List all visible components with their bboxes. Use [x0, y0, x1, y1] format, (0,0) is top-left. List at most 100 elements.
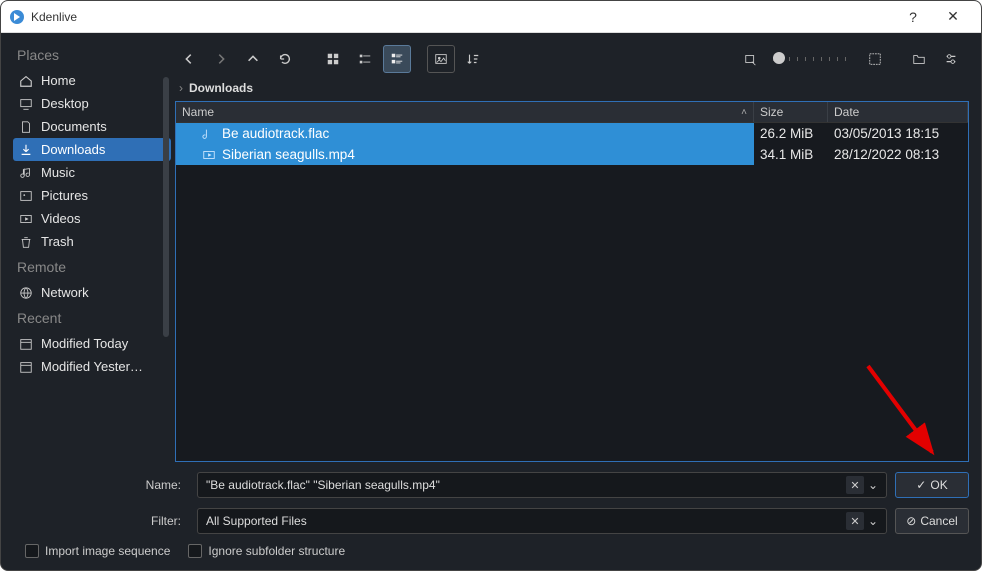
sidebar-item-label: Documents [41, 119, 107, 134]
desktop-icon [19, 97, 33, 111]
cancel-icon: ⊘ [906, 514, 916, 528]
sidebar-item-documents[interactable]: Documents [13, 115, 171, 138]
sidebar-scrollbar[interactable] [163, 77, 169, 337]
file-date: 03/05/2013 18:15 [828, 123, 968, 144]
file-row[interactable]: Be audiotrack.flac 26.2 MiB03/05/2013 18:… [176, 123, 968, 144]
chevron-right-icon: › [179, 81, 183, 95]
sidebar-item-label: Pictures [41, 188, 88, 203]
sidebar-item-network[interactable]: Network [13, 281, 171, 304]
name-input[interactable] [206, 478, 846, 492]
breadcrumb[interactable]: › Downloads [171, 77, 969, 101]
download-icon [19, 143, 33, 157]
sidebar-item-label: Network [41, 285, 89, 300]
settings-button[interactable] [937, 45, 965, 73]
file-dialog-window: Kdenlive ? ✕ Places Home Desktop Documents D… [0, 0, 982, 571]
picture-icon [19, 189, 33, 203]
places-sidebar: Places Home Desktop Documents Downloads Music… [1, 33, 171, 470]
sidebar-item-home[interactable]: Home [13, 69, 171, 92]
trash-icon [19, 235, 33, 249]
clear-filter-icon[interactable]: ✕ [846, 512, 864, 530]
column-header-name[interactable]: Name ˄ [176, 102, 754, 122]
file-row[interactable]: Siberian seagulls.mp4 34.1 MiB28/12/2022 … [176, 144, 968, 165]
sidebar-section-header: Remote [13, 253, 171, 281]
music-icon [19, 166, 33, 180]
sidebar-item-label: Music [41, 165, 75, 180]
details-view-button[interactable] [383, 45, 411, 73]
main-pane: › Downloads Name ˄ Size Date Be audiotra… [171, 33, 981, 470]
sort-ascending-icon: ˄ [741, 107, 747, 118]
import-image-sequence-checkbox[interactable]: Import image sequence [25, 544, 170, 558]
back-button[interactable] [175, 45, 203, 73]
column-header-date[interactable]: Date [828, 102, 968, 122]
checkbox-icon [188, 544, 202, 558]
sort-button[interactable] [459, 45, 487, 73]
home-icon [19, 74, 33, 88]
calendar-icon [19, 337, 33, 351]
form-area: Name: ✕ ⌄ ✓ OK Filter: ✕ ⌄ ⊘ Cancel [1, 470, 981, 570]
toolbar [171, 41, 969, 77]
sidebar-item-label: Desktop [41, 96, 89, 111]
sidebar-item-pictures[interactable]: Pictures [13, 184, 171, 207]
sidebar-item-desktop[interactable]: Desktop [13, 92, 171, 115]
file-name: Be audiotrack.flac [222, 126, 329, 141]
filter-input[interactable] [206, 514, 846, 528]
video-icon [19, 212, 33, 226]
file-rows: Be audiotrack.flac 26.2 MiB03/05/2013 18:… [176, 123, 968, 461]
check-icon: ✓ [916, 478, 926, 492]
calendar-icon [19, 360, 33, 374]
clear-name-icon[interactable]: ✕ [846, 476, 864, 494]
filter-combo[interactable]: ✕ ⌄ [197, 508, 887, 534]
titlebar: Kdenlive ? ✕ [1, 1, 981, 33]
file-list-pane: Name ˄ Size Date Be audiotrack.flac 26.2 … [175, 101, 969, 462]
reload-button[interactable] [271, 45, 299, 73]
video-file-icon [202, 148, 216, 162]
sidebar-item-label: Videos [41, 211, 81, 226]
sidebar-item-downloads[interactable]: Downloads [13, 138, 171, 161]
column-headers: Name ˄ Size Date [176, 102, 968, 123]
ok-button[interactable]: ✓ OK [895, 472, 969, 498]
sidebar-section-header: Recent [13, 304, 171, 332]
app-logo-icon [9, 9, 25, 25]
sidebar-item-label: Home [41, 73, 76, 88]
window-title: Kdenlive [31, 10, 893, 24]
file-size: 26.2 MiB [754, 123, 828, 144]
sidebar-item-label: Modified Today [41, 336, 128, 351]
dialog-body: Places Home Desktop Documents Downloads Music… [1, 33, 981, 470]
file-name: Siberian seagulls.mp4 [222, 147, 355, 162]
compact-view-button[interactable] [351, 45, 379, 73]
help-button[interactable]: ? [893, 1, 933, 33]
zoom-slider[interactable] [773, 57, 853, 61]
name-combo[interactable]: ✕ ⌄ [197, 472, 887, 498]
ignore-subfolder-checkbox[interactable]: Ignore subfolder structure [188, 544, 345, 558]
filter-label: Filter: [13, 514, 189, 528]
file-date: 28/12/2022 08:13 [828, 144, 968, 165]
new-folder-button[interactable] [905, 45, 933, 73]
breadcrumb-segment[interactable]: Downloads [189, 81, 253, 95]
document-icon [19, 120, 33, 134]
sidebar-item-label: Trash [41, 234, 74, 249]
sidebar-item-modified-yester-[interactable]: Modified Yester… [13, 355, 171, 378]
cancel-button[interactable]: ⊘ Cancel [895, 508, 969, 534]
checkbox-icon [25, 544, 39, 558]
zoom-in-button[interactable] [861, 45, 889, 73]
preview-toggle-button[interactable] [427, 45, 455, 73]
sidebar-section-header: Places [13, 41, 171, 69]
filter-dropdown-icon[interactable]: ⌄ [864, 514, 882, 528]
sidebar-item-music[interactable]: Music [13, 161, 171, 184]
sidebar-item-modified-today[interactable]: Modified Today [13, 332, 171, 355]
close-window-button[interactable]: ✕ [933, 1, 973, 33]
sidebar-item-videos[interactable]: Videos [13, 207, 171, 230]
forward-button[interactable] [207, 45, 235, 73]
column-header-size[interactable]: Size [754, 102, 828, 122]
audio-file-icon [202, 127, 216, 141]
icons-view-button[interactable] [319, 45, 347, 73]
name-label: Name: [13, 478, 189, 492]
file-size: 34.1 MiB [754, 144, 828, 165]
zoom-out-button[interactable] [737, 45, 765, 73]
name-dropdown-icon[interactable]: ⌄ [864, 478, 882, 492]
sidebar-item-label: Modified Yester… [41, 359, 143, 374]
sidebar-item-label: Downloads [41, 142, 105, 157]
network-icon [19, 286, 33, 300]
up-button[interactable] [239, 45, 267, 73]
sidebar-item-trash[interactable]: Trash [13, 230, 171, 253]
